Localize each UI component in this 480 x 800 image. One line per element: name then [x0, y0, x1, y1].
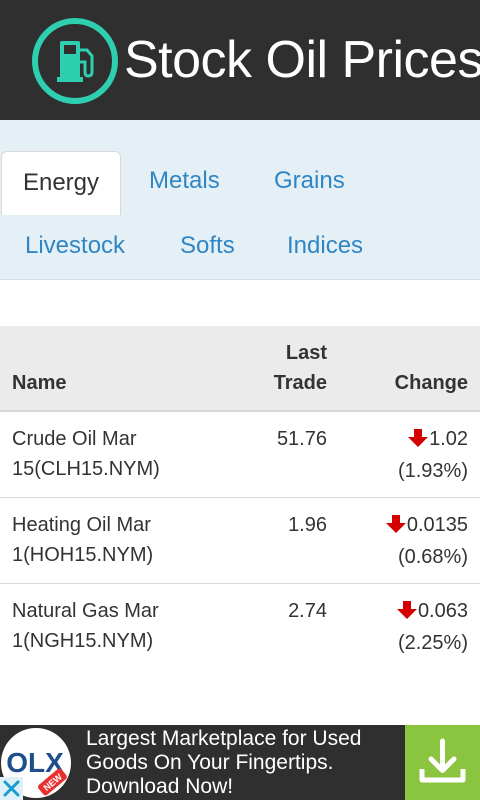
change-value: 1.02 (1.93%): [398, 424, 468, 486]
commodity-name-line2: 1(HOH15.NYM): [12, 544, 154, 566]
column-header-last-trade-line1: Last: [285, 342, 327, 364]
commodity-name-line1: Heating Oil Mar: [12, 514, 151, 536]
last-trade-value: 1.96: [288, 514, 327, 536]
tab-energy[interactable]: Energy: [1, 151, 121, 215]
tab-grains[interactable]: Grains: [274, 151, 345, 211]
down-arrow-icon: [396, 598, 417, 628]
change-percent: (1.93%): [397, 460, 468, 482]
change-amount-line: 1.02: [398, 424, 468, 456]
tab-livestock[interactable]: Livestock: [25, 216, 125, 276]
table-header: Name Last Trade Change: [0, 326, 480, 412]
table-row[interactable]: Crude Oil Mar 15(CLH15.NYM) 51.76 1.02 (…: [0, 412, 480, 498]
commodity-name-line2: 15(CLH15.NYM): [12, 458, 160, 480]
down-arrow-icon: [408, 426, 429, 456]
app-header: Stock Oil Prices: [0, 0, 480, 120]
commodity-name-line2: 1(NGH15.NYM): [12, 630, 154, 652]
tab-indices[interactable]: Indices: [287, 216, 363, 276]
change-value: 0.063 (2.25%): [396, 596, 468, 658]
ad-banner[interactable]: OLX NEW Largest Marketplace for Used Goo…: [0, 725, 480, 800]
commodity-name: Heating Oil Mar 1(HOH15.NYM): [12, 510, 232, 570]
ad-text-line3: Download Now!: [86, 775, 234, 798]
change-percent: (0.68%): [397, 546, 468, 568]
column-header-last-trade-line2: Trade: [273, 372, 327, 394]
column-header-last-trade: Last Trade: [274, 338, 327, 398]
tab-metals[interactable]: Metals: [149, 151, 220, 211]
column-header-change: Change: [394, 372, 468, 394]
close-icon: [3, 780, 20, 797]
tab-softs[interactable]: Softs: [180, 216, 235, 276]
change-percent: (2.25%): [397, 632, 468, 654]
download-icon: [419, 738, 466, 783]
change-amount: 0.0135: [406, 514, 468, 536]
last-trade-value: 51.76: [276, 428, 327, 450]
last-trade-value: 2.74: [288, 600, 327, 622]
change-amount: 0.063: [417, 600, 468, 622]
commodity-name: Crude Oil Mar 15(CLH15.NYM): [12, 424, 232, 484]
column-header-name: Name: [12, 372, 67, 394]
download-button[interactable]: [405, 725, 480, 800]
app-title: Stock Oil Prices: [124, 31, 480, 89]
change-value: 0.0135 (0.68%): [385, 510, 468, 572]
commodity-name-line1: Natural Gas Mar: [12, 600, 159, 622]
change-amount: 1.02: [429, 428, 468, 450]
ad-text-line2: Goods On Your Fingertips.: [86, 751, 334, 774]
down-arrow-icon: [385, 512, 406, 542]
change-amount-line: 0.0135: [385, 510, 468, 542]
commodity-name: Natural Gas Mar 1(NGH15.NYM): [12, 596, 232, 656]
category-tabs: Energy Metals Grains Livestock Softs Ind…: [0, 120, 480, 280]
ad-text[interactable]: Largest Marketplace for Used Goods On Yo…: [86, 727, 398, 799]
prices-table: Name Last Trade Change Crude Oil Mar 15(…: [0, 326, 480, 670]
table-row[interactable]: Natural Gas Mar 1(NGH15.NYM) 2.74 0.063 …: [0, 584, 480, 670]
fuel-pump-icon: [30, 16, 120, 106]
app-screen: Stock Oil Prices Energy Metals Grains Li…: [0, 0, 480, 800]
ad-close-button[interactable]: [0, 777, 23, 800]
commodity-name-line1: Crude Oil Mar: [12, 428, 137, 450]
ad-text-line1: Largest Marketplace for Used: [86, 727, 362, 750]
table-row[interactable]: Heating Oil Mar 1(HOH15.NYM) 1.96 0.0135…: [0, 498, 480, 584]
change-amount-line: 0.063: [396, 596, 468, 628]
